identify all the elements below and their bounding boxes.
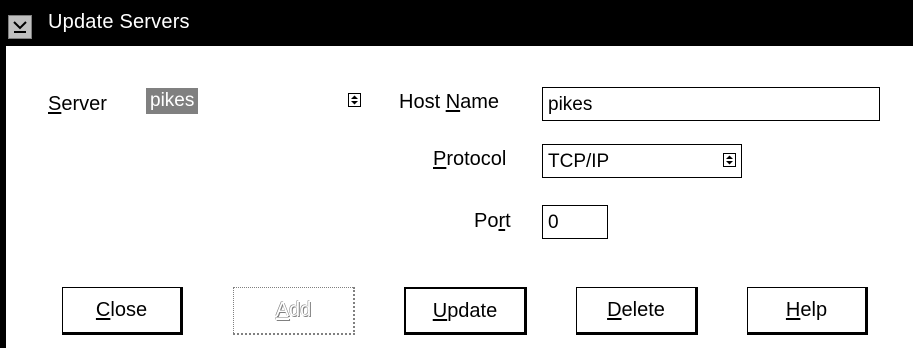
spin-arrows-icon[interactable] [723, 153, 736, 167]
system-menu-icon[interactable] [8, 15, 32, 39]
port-label: Port [474, 210, 511, 232]
close-button[interactable]: Close [62, 287, 183, 335]
window-frame-left [0, 0, 6, 348]
host-name-label: Host Name [399, 91, 500, 113]
host-name-value: pikes [548, 94, 593, 115]
port-field[interactable]: 0 [542, 205, 608, 239]
protocol-label: Protocol [433, 148, 507, 170]
spin-arrows-icon[interactable] [348, 93, 361, 107]
server-label: Server [48, 93, 107, 115]
protocol-value: TCP/IP [548, 151, 610, 172]
delete-button[interactable]: Delete [576, 287, 698, 335]
host-name-field[interactable]: pikes [542, 87, 880, 121]
update-servers-dialog: Update Servers Server pikes Host Name pi… [0, 0, 913, 348]
port-value: 0 [548, 212, 559, 233]
title-bar[interactable]: Update Servers [0, 0, 913, 46]
protocol-select[interactable]: TCP/IP [542, 144, 742, 178]
window-title: Update Servers [48, 11, 190, 33]
add-button[interactable]: Add [233, 287, 355, 335]
update-button[interactable]: Update [404, 287, 527, 335]
server-combo-input[interactable]: pikes [146, 88, 199, 114]
help-button[interactable]: Help [747, 287, 868, 335]
